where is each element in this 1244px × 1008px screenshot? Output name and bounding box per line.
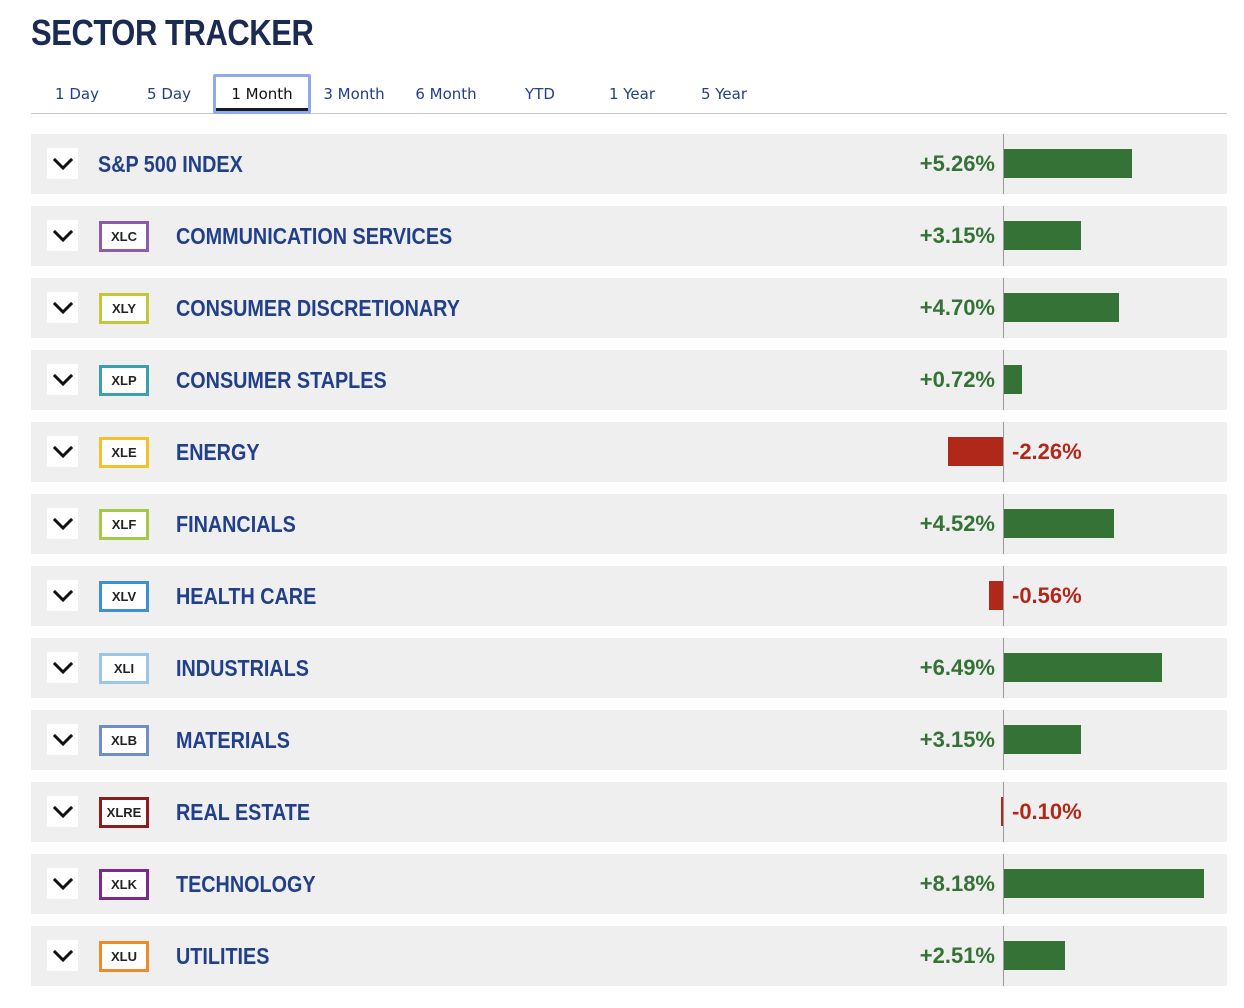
sector-name[interactable]: REAL ESTATE <box>176 782 310 842</box>
tab-ytd[interactable]: YTD <box>491 74 589 114</box>
chevron-down-icon <box>52 949 73 962</box>
sector-row-health-care[interactable]: XLV HEALTH CARE -0.56% <box>31 566 1227 626</box>
zero-axis-line <box>1003 566 1004 626</box>
sector-row-energy[interactable]: XLE ENERGY -2.26% <box>31 422 1227 482</box>
expand-button[interactable] <box>47 724 78 755</box>
percent-change: +4.52% <box>919 511 995 536</box>
sector-row-materials[interactable]: XLB MATERIALS +3.15% <box>31 710 1227 770</box>
expand-button[interactable] <box>47 220 78 251</box>
ticker-badge: XLB <box>99 725 149 756</box>
sector-name[interactable]: MATERIALS <box>176 710 290 770</box>
performance-bar <box>947 437 1003 466</box>
sector-row-industrials[interactable]: XLI INDUSTRIALS +6.49% <box>31 638 1227 698</box>
ticker-badge: XLRE <box>99 797 149 828</box>
expand-button[interactable] <box>47 652 78 683</box>
expand-button[interactable] <box>47 436 78 467</box>
sector-name[interactable]: HEALTH CARE <box>176 566 316 626</box>
performance-bar <box>1004 365 1022 394</box>
sector-row-s-p-500-index[interactable]: S&P 500 INDEX +5.26% <box>31 134 1227 194</box>
performance-bar <box>1004 725 1081 754</box>
tab-5-day[interactable]: 5 Day <box>120 74 218 114</box>
percent-change: +8.18% <box>919 871 995 896</box>
sector-row-consumer-discretionary[interactable]: XLY CONSUMER DISCRETIONARY +4.70% <box>31 278 1227 338</box>
chevron-down-icon <box>52 301 73 314</box>
sector-name[interactable]: ENERGY <box>176 422 260 482</box>
ticker-badge: XLV <box>99 581 149 612</box>
chevron-down-icon <box>52 229 73 242</box>
tab-3-month[interactable]: 3 Month <box>305 74 403 114</box>
chevron-down-icon <box>52 373 73 386</box>
sector-name[interactable]: TECHNOLOGY <box>176 854 316 914</box>
ticker-badge: XLI <box>99 653 149 684</box>
percent-change: -0.10% <box>1012 799 1082 824</box>
expand-button[interactable] <box>47 796 78 827</box>
sector-name[interactable]: FINANCIALS <box>176 494 296 554</box>
page-title: SECTOR TRACKER <box>31 12 314 53</box>
ticker-badge: XLC <box>99 221 149 252</box>
performance-bar <box>1004 869 1204 898</box>
tab-6-month[interactable]: 6 Month <box>397 74 495 114</box>
percent-change: +4.70% <box>919 295 995 320</box>
expand-button[interactable] <box>47 148 78 179</box>
timeframe-tabs: 1 Day 5 Day 1 Month 3 Month 6 Month YTD 1 Year… <box>31 72 1227 114</box>
sector-row-real-estate[interactable]: XLRE REAL ESTATE -0.10% <box>31 782 1227 842</box>
zero-axis-line <box>1003 422 1004 482</box>
zero-axis-line <box>1003 782 1004 842</box>
chevron-down-icon <box>52 589 73 602</box>
chevron-down-icon <box>52 445 73 458</box>
sector-row-communication-services[interactable]: XLC COMMUNICATION SERVICES +3.15% <box>31 206 1227 266</box>
sector-row-financials[interactable]: XLF FINANCIALS +4.52% <box>31 494 1227 554</box>
sector-row-technology[interactable]: XLK TECHNOLOGY +8.18% <box>31 854 1227 914</box>
sector-name[interactable]: CONSUMER DISCRETIONARY <box>176 278 460 338</box>
sector-row-consumer-staples[interactable]: XLP CONSUMER STAPLES +0.72% <box>31 350 1227 410</box>
performance-bar <box>1004 149 1133 178</box>
percent-change: +0.72% <box>919 367 995 392</box>
percent-change: +5.26% <box>919 151 995 176</box>
percent-change: +6.49% <box>919 655 995 680</box>
sector-name[interactable]: UTILITIES <box>176 926 269 986</box>
sector-name[interactable]: CONSUMER STAPLES <box>176 350 387 410</box>
ticker-badge: XLP <box>99 365 149 396</box>
sector-row-utilities[interactable]: XLU UTILITIES +2.51% <box>31 926 1227 986</box>
expand-button[interactable] <box>47 580 78 611</box>
performance-bar <box>1004 941 1066 970</box>
performance-bar <box>989 581 1003 610</box>
tab-1-month[interactable]: 1 Month <box>213 74 311 114</box>
performance-bar <box>1004 221 1081 250</box>
expand-button[interactable] <box>47 508 78 539</box>
tab-5-year[interactable]: 5 Year <box>675 74 773 114</box>
percent-change: +3.15% <box>919 223 995 248</box>
tab-1-year[interactable]: 1 Year <box>583 74 681 114</box>
expand-button[interactable] <box>47 292 78 323</box>
performance-bar <box>1004 293 1119 322</box>
ticker-badge: XLK <box>99 869 149 900</box>
expand-button[interactable] <box>47 364 78 395</box>
sector-name[interactable]: INDUSTRIALS <box>176 638 309 698</box>
performance-bar <box>1004 509 1115 538</box>
ticker-badge: XLY <box>99 293 149 324</box>
expand-button[interactable] <box>47 940 78 971</box>
percent-change: +3.15% <box>919 727 995 752</box>
performance-bar <box>1000 797 1003 826</box>
chevron-down-icon <box>52 733 73 746</box>
ticker-badge: XLF <box>99 509 149 540</box>
sector-name[interactable]: S&P 500 INDEX <box>98 134 243 194</box>
chevron-down-icon <box>52 661 73 674</box>
chevron-down-icon <box>52 517 73 530</box>
chevron-down-icon <box>52 805 73 818</box>
ticker-badge: XLU <box>99 941 149 972</box>
tab-1-day[interactable]: 1 Day <box>28 74 126 114</box>
chevron-down-icon <box>52 877 73 890</box>
performance-bar <box>1004 653 1163 682</box>
percent-change: -0.56% <box>1012 583 1082 608</box>
expand-button[interactable] <box>47 868 78 899</box>
percent-change: -2.26% <box>1012 439 1082 464</box>
percent-change: +2.51% <box>919 943 995 968</box>
chevron-down-icon <box>52 157 73 170</box>
sector-name[interactable]: COMMUNICATION SERVICES <box>176 206 452 266</box>
ticker-badge: XLE <box>99 437 149 468</box>
